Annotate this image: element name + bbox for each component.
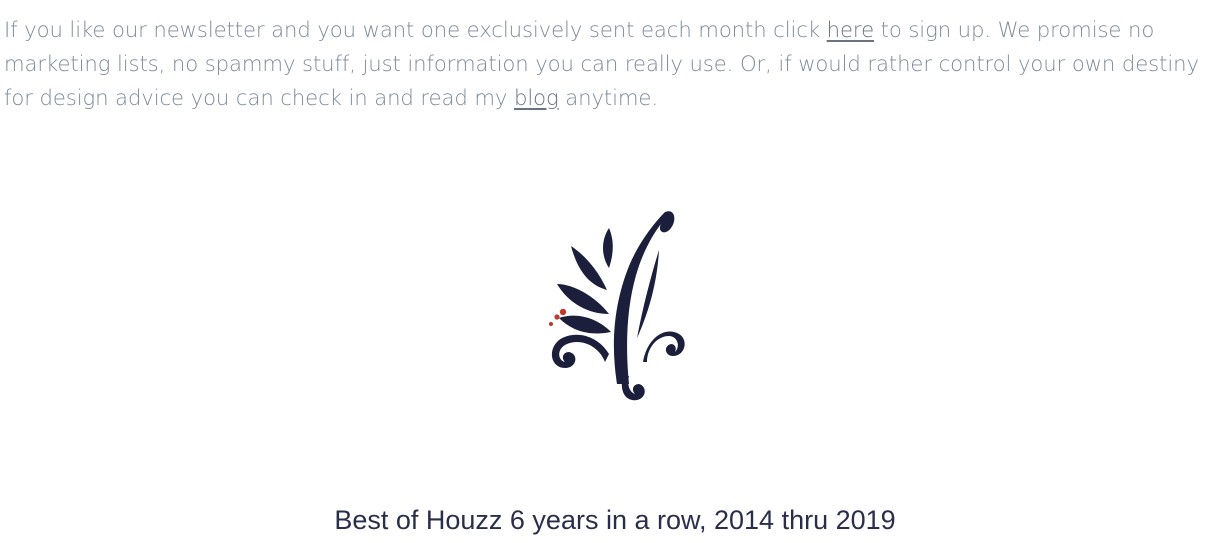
intro-text-end: anytime. bbox=[558, 85, 658, 110]
blog-link[interactable]: blog bbox=[514, 85, 559, 110]
newsletter-signup-link[interactable]: here bbox=[827, 17, 874, 42]
intro-text-start: If you like our newsletter and you want … bbox=[4, 17, 827, 42]
newsletter-paragraph: If you like our newsletter and you want … bbox=[4, 13, 1215, 115]
botanical-leaf-ornament-icon bbox=[549, 211, 685, 401]
best-of-houzz-heading: Best of Houzz 6 years in a row, 2014 thr… bbox=[334, 505, 896, 535]
